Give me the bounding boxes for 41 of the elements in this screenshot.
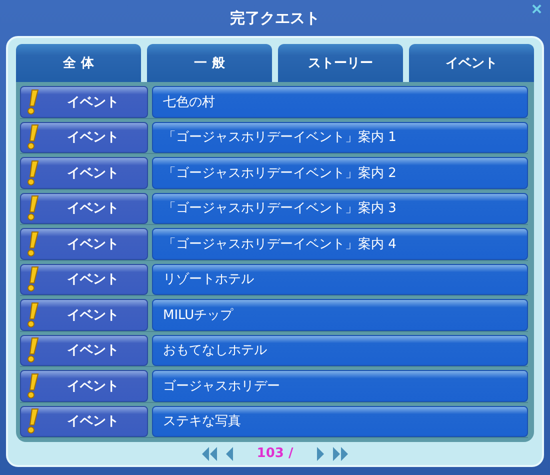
- exclamation-icon: [27, 266, 39, 292]
- category-label: イベント: [66, 164, 120, 182]
- exclamation-icon: [27, 302, 39, 328]
- first-page-icon[interactable]: [201, 446, 219, 460]
- window-title: 完了クエスト: [230, 8, 320, 28]
- previous-page-icon[interactable]: [225, 446, 234, 460]
- tab[interactable]: 一 般: [147, 44, 272, 82]
- quest-title[interactable]: 「ゴージャスホリデーイベント」案内 1: [152, 122, 528, 153]
- close-button[interactable]: ×: [529, 0, 544, 18]
- quest-title[interactable]: 「ゴージャスホリデーイベント」案内 4: [152, 228, 528, 260]
- exclamation-icon: [27, 408, 39, 434]
- category-label: イベント: [66, 236, 120, 253]
- category-label: イベント: [66, 94, 120, 111]
- page-number: 103 /: [256, 446, 294, 461]
- category-label: イベント: [66, 200, 120, 218]
- exclamation-icon: [27, 230, 39, 257]
- next-page-icon[interactable]: [316, 446, 325, 460]
- exclamation-icon: [27, 195, 39, 222]
- exclamation-icon: [27, 88, 39, 115]
- tab[interactable]: ストーリー: [278, 44, 403, 82]
- quest-title[interactable]: 「ゴージャスホリデーイベント」案内 2: [152, 157, 528, 188]
- category-label: イベント: [66, 378, 120, 395]
- tab[interactable]: イベント: [409, 44, 534, 82]
- category-label: イベント: [66, 271, 120, 288]
- quest-title[interactable]: 七色の村: [152, 86, 528, 118]
- exclamation-icon: [27, 337, 39, 364]
- quest-title[interactable]: MILUチップ: [152, 299, 528, 330]
- quest-title[interactable]: リゾートホテル: [152, 264, 528, 295]
- category-label: イベント: [66, 413, 120, 430]
- exclamation-icon: [27, 124, 39, 150]
- category-label: イベント: [66, 306, 120, 324]
- quest-title[interactable]: 「ゴージャスホリデーイベント」案内 3: [152, 192, 528, 224]
- quest-title[interactable]: ゴージャスホリデー: [152, 370, 528, 402]
- category-label: イベント: [66, 342, 120, 360]
- tab[interactable]: 全 体: [16, 44, 141, 82]
- exclamation-icon: [27, 160, 39, 186]
- last-page-icon[interactable]: [331, 446, 349, 460]
- quest-title[interactable]: おもてなしホテル: [152, 334, 528, 366]
- category-label: イベント: [66, 129, 120, 146]
- quest-title[interactable]: ステキな写真: [152, 406, 528, 437]
- exclamation-icon: [27, 372, 39, 399]
